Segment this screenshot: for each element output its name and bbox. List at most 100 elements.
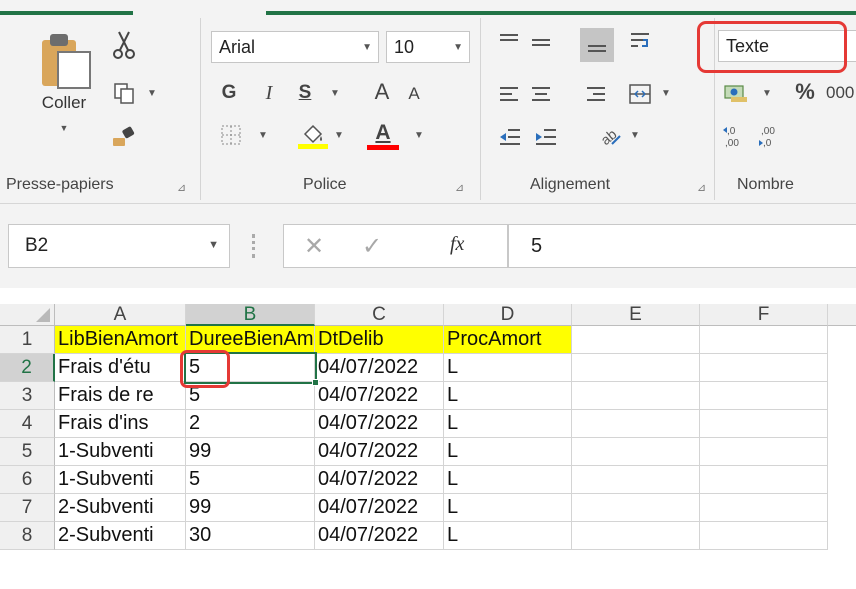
column-header-a[interactable]: A <box>55 304 186 326</box>
cell-e7[interactable] <box>572 494 700 522</box>
align-bottom-icon[interactable] <box>580 28 614 62</box>
merge-center-icon[interactable] <box>626 80 654 108</box>
confirm-icon[interactable]: ✓ <box>362 232 382 261</box>
decrease-decimal-icon[interactable]: ,00,0 <box>754 122 784 150</box>
cell-d2[interactable]: L <box>444 354 572 382</box>
percent-button[interactable]: % <box>790 78 820 106</box>
cell-f1[interactable] <box>700 326 828 354</box>
formula-input[interactable]: 5 <box>508 224 856 268</box>
row-header[interactable]: 7 <box>0 494 55 522</box>
cell-b5[interactable]: 99 <box>186 438 315 466</box>
cell-a8[interactable]: 2-Subventi <box>55 522 186 550</box>
cell-b8[interactable]: 30 <box>186 522 315 550</box>
align-left-icon[interactable] <box>496 82 522 106</box>
cell-f2[interactable] <box>700 354 828 382</box>
shrink-font-button[interactable]: A <box>403 82 425 106</box>
cell-e4[interactable] <box>572 410 700 438</box>
cell-e3[interactable] <box>572 382 700 410</box>
column-header-c[interactable]: C <box>315 304 444 326</box>
cell-c3[interactable]: 04/07/2022 <box>315 382 444 410</box>
cell-d6[interactable]: L <box>444 466 572 494</box>
font-color-icon[interactable]: A <box>366 118 400 152</box>
increase-indent-icon[interactable] <box>532 124 560 150</box>
cell-e2[interactable] <box>572 354 700 382</box>
cell-d1[interactable]: ProcAmort <box>444 326 572 354</box>
cell-e6[interactable] <box>572 466 700 494</box>
fill-handle[interactable] <box>312 379 319 386</box>
accounting-format-icon[interactable] <box>722 80 752 106</box>
dialog-launcher-icon[interactable]: ⊿ <box>177 181 186 194</box>
column-header-e[interactable]: E <box>572 304 700 326</box>
cell-c8[interactable]: 04/07/2022 <box>315 522 444 550</box>
formula-bar-grip[interactable] <box>252 234 256 258</box>
comma-style-button[interactable]: 000 <box>826 80 856 106</box>
cell-b4[interactable]: 2 <box>186 410 315 438</box>
cell-a1[interactable]: LibBienAmort <box>55 326 186 354</box>
cell-f5[interactable] <box>700 438 828 466</box>
cell-b7[interactable]: 99 <box>186 494 315 522</box>
chevron-down-icon[interactable]: ▼ <box>60 123 69 133</box>
cell-c4[interactable]: 04/07/2022 <box>315 410 444 438</box>
cell-c5[interactable]: 04/07/2022 <box>315 438 444 466</box>
cancel-icon[interactable]: ✕ <box>304 232 324 261</box>
decrease-indent-icon[interactable] <box>496 124 524 150</box>
select-all-corner[interactable] <box>0 304 55 326</box>
row-header[interactable]: 5 <box>0 438 55 466</box>
cell-d7[interactable]: L <box>444 494 572 522</box>
font-family-select[interactable]: Arial ▼ <box>211 31 379 63</box>
row-header[interactable]: 4 <box>0 410 55 438</box>
align-middle-icon[interactable] <box>528 30 554 54</box>
cell-f3[interactable] <box>700 382 828 410</box>
cell-b6[interactable]: 5 <box>186 466 315 494</box>
column-header-f[interactable]: F <box>700 304 828 326</box>
column-header-next[interactable] <box>828 304 856 326</box>
underline-button[interactable]: S <box>294 80 316 106</box>
row-header[interactable]: 6 <box>0 466 55 494</box>
align-top-icon[interactable] <box>496 28 522 52</box>
insert-function-icon[interactable]: fx <box>450 233 464 256</box>
row-header[interactable]: 2 <box>0 354 55 382</box>
chevron-down-icon[interactable]: ▼ <box>147 88 157 99</box>
name-box[interactable]: B2 ▼ <box>8 224 230 268</box>
italic-button[interactable]: I <box>258 80 280 106</box>
cell-e1[interactable] <box>572 326 700 354</box>
cell-e5[interactable] <box>572 438 700 466</box>
format-painter-icon[interactable] <box>110 122 138 150</box>
chevron-down-icon[interactable]: ▼ <box>630 130 640 141</box>
cell-c7[interactable]: 04/07/2022 <box>315 494 444 522</box>
cell-a4[interactable]: Frais d'ins <box>55 410 186 438</box>
cell-a3[interactable]: Frais de re <box>55 382 186 410</box>
cell-f7[interactable] <box>700 494 828 522</box>
cell-c6[interactable]: 04/07/2022 <box>315 466 444 494</box>
column-header-d[interactable]: D <box>444 304 572 326</box>
text-orientation-icon[interactable]: ab <box>596 122 626 150</box>
cell-a6[interactable]: 1-Subventi <box>55 466 186 494</box>
bold-button[interactable]: G <box>218 80 240 106</box>
font-size-select[interactable]: 10 ▼ <box>386 31 470 63</box>
cell-a2[interactable]: Frais d'étu <box>55 354 186 382</box>
chevron-down-icon[interactable]: ▼ <box>414 130 424 141</box>
dialog-launcher-icon[interactable]: ⊿ <box>697 181 706 194</box>
increase-decimal-icon[interactable]: ,0,00 <box>720 122 750 150</box>
cell-e8[interactable] <box>572 522 700 550</box>
chevron-down-icon[interactable]: ▼ <box>762 88 772 99</box>
align-right-icon[interactable] <box>583 82 609 106</box>
cell-a7[interactable]: 2-Subventi <box>55 494 186 522</box>
cell-d8[interactable]: L <box>444 522 572 550</box>
chevron-down-icon[interactable]: ▼ <box>258 130 268 141</box>
column-header-b[interactable]: B <box>186 304 315 326</box>
chevron-down-icon[interactable]: ▼ <box>330 88 340 99</box>
grow-font-button[interactable]: A <box>370 78 394 106</box>
cell-f6[interactable] <box>700 466 828 494</box>
row-header[interactable]: 8 <box>0 522 55 550</box>
row-header[interactable]: 1 <box>0 326 55 354</box>
cell-d3[interactable]: L <box>444 382 572 410</box>
row-header[interactable]: 3 <box>0 382 55 410</box>
paste-button[interactable]: Coller ▼ <box>30 30 98 150</box>
borders-icon[interactable] <box>218 122 244 148</box>
cell-c2[interactable]: 04/07/2022 <box>315 354 444 382</box>
cell-f4[interactable] <box>700 410 828 438</box>
fill-color-icon[interactable] <box>296 118 330 152</box>
chevron-down-icon[interactable]: ▼ <box>208 239 219 251</box>
cell-c1[interactable]: DtDelib <box>315 326 444 354</box>
